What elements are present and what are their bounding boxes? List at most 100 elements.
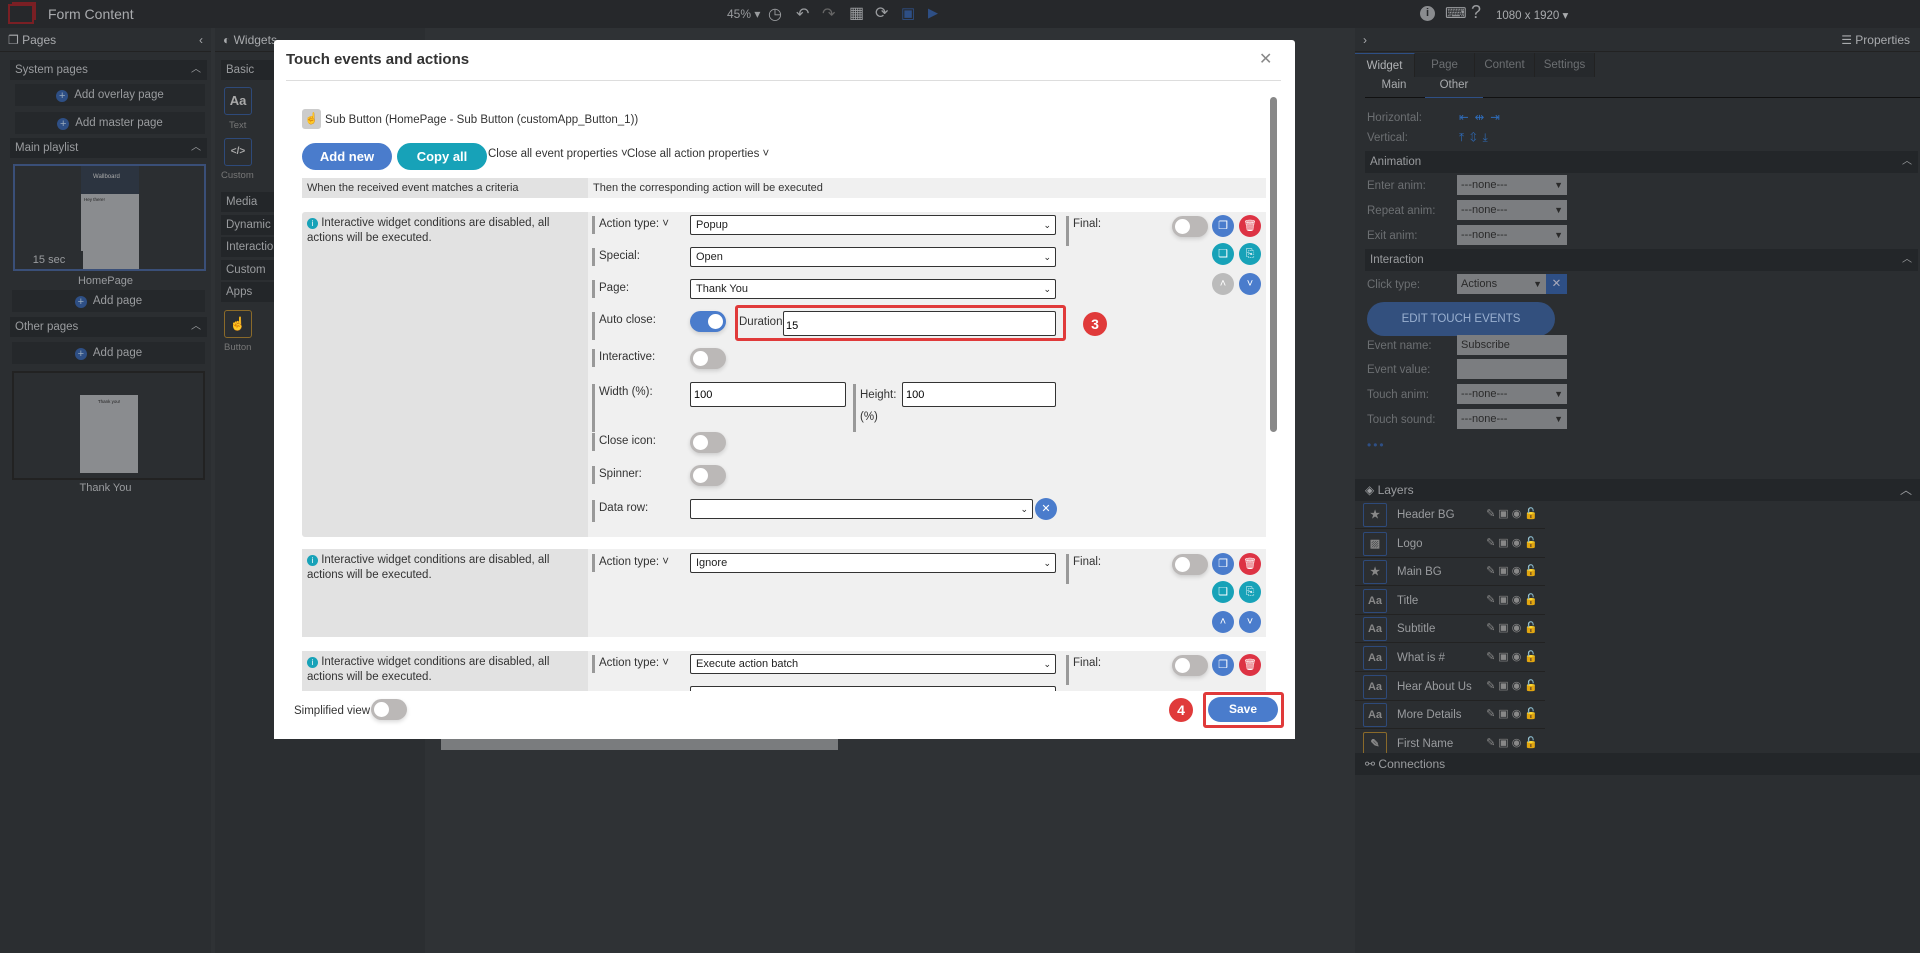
grid-icon[interactable]: ▦ — [849, 3, 864, 23]
layers-header[interactable]: ◈ Layers ︿ — [1355, 479, 1920, 501]
unlock-icon[interactable]: 🔓 — [1524, 680, 1541, 692]
info-icon[interactable]: i — [1420, 6, 1435, 21]
select-icon[interactable]: ▣ — [1498, 594, 1511, 606]
other-pages-section[interactable]: Other pages ︿ — [10, 317, 207, 337]
close-icon[interactable]: ✕ — [1259, 49, 1272, 69]
eye-icon[interactable]: ◉ — [1512, 622, 1525, 634]
unlock-icon[interactable]: 🔓 — [1524, 708, 1541, 720]
edit-icon[interactable]: ✎ — [1486, 708, 1498, 720]
edit-icon[interactable]: ✎ — [1486, 737, 1498, 749]
help-icon[interactable]: ? — [1471, 2, 1481, 23]
tab-page[interactable]: Page — [1415, 53, 1475, 77]
eye-icon[interactable]: ◉ — [1512, 594, 1525, 606]
interactive-toggle[interactable] — [690, 348, 726, 369]
align-horizontal-icons[interactable]: ⇤⇹⇥ — [1459, 107, 1506, 129]
layer-item[interactable]: Aa What is # ✎▣◉🔓 — [1355, 644, 1545, 672]
thank-you-thumbnail[interactable]: Thank you! — [12, 371, 205, 480]
add-other-page-button[interactable]: + Add page — [12, 342, 205, 364]
click-type-select[interactable]: Actions ▼ — [1457, 274, 1546, 294]
edit-icon[interactable]: ✎ — [1486, 594, 1498, 606]
special-select[interactable]: Open ⌄ — [690, 247, 1056, 267]
page-select[interactable]: Thank You ⌄ — [690, 279, 1056, 299]
save-icon[interactable]: ▣ — [901, 4, 915, 22]
event-value-select[interactable] — [1457, 359, 1567, 379]
eye-icon[interactable]: ◉ — [1512, 537, 1525, 549]
save-button[interactable]: Save — [1208, 697, 1278, 722]
edit-icon[interactable]: ✎ — [1486, 680, 1498, 692]
event-name-select[interactable]: Subscribe — [1457, 335, 1567, 355]
select-icon[interactable]: ▣ — [1498, 565, 1511, 577]
eye-icon[interactable]: ◉ — [1512, 708, 1525, 720]
layer-item[interactable]: Aa Subtitle ✎▣◉🔓 — [1355, 615, 1545, 644]
edit-icon[interactable]: ✎ — [1486, 537, 1498, 549]
play-icon[interactable]: ▶ — [928, 5, 938, 21]
layer-item[interactable]: ★ Main BG ✎▣◉🔓 — [1355, 558, 1545, 587]
eye-icon[interactable]: ◉ — [1512, 680, 1525, 692]
copy-icon[interactable]: ❏ — [1212, 243, 1234, 265]
select-icon[interactable]: ▣ — [1498, 708, 1511, 720]
edit-touch-events-button[interactable]: EDIT TOUCH EVENTS — [1367, 302, 1555, 336]
layer-item[interactable]: Aa Hear About Us ✎▣◉🔓 — [1355, 672, 1545, 701]
interaction-prop-section[interactable]: Interaction ︿ — [1365, 249, 1918, 271]
layer-item[interactable]: ▨ Logo ✎▣◉🔓 — [1355, 529, 1545, 558]
button-widget-icon[interactable]: ☝ — [224, 310, 252, 338]
eye-icon[interactable]: ◉ — [1512, 651, 1525, 663]
touch-sound-select[interactable]: ---none--- ▼ — [1457, 409, 1567, 429]
spinner-toggle[interactable] — [690, 465, 726, 486]
layer-item[interactable]: Aa Title ✎▣◉🔓 — [1355, 586, 1545, 615]
action-type-label[interactable]: Action type: ˅ — [592, 655, 669, 673]
refresh-icon[interactable]: ⟳ — [875, 3, 888, 23]
data-row-select[interactable]: ⌄ — [690, 499, 1033, 519]
duplicate-icon[interactable]: ❐ — [1212, 654, 1234, 676]
subtab-main[interactable]: Main — [1365, 79, 1423, 98]
eye-icon[interactable]: ◉ — [1512, 737, 1525, 749]
copy-icon[interactable]: ❏ — [1212, 581, 1234, 603]
final-toggle[interactable] — [1172, 554, 1208, 575]
expand-icon[interactable]: › — [1363, 33, 1367, 47]
main-playlist-section[interactable]: Main playlist ︿ — [10, 138, 207, 158]
delete-icon[interactable]: 🗑 — [1239, 553, 1261, 575]
select-icon[interactable]: ▣ — [1498, 737, 1511, 749]
layer-item[interactable]: ✎ First Name ✎▣◉🔓 — [1355, 729, 1545, 755]
action-type-label[interactable]: Action type: ˅ — [592, 554, 669, 572]
delete-icon[interactable]: 🗑 — [1239, 215, 1261, 237]
action-type-select[interactable]: Popup ⌄ — [690, 215, 1056, 235]
tab-settings[interactable]: Settings — [1535, 53, 1595, 77]
action-type-select[interactable]: Execute action batch ⌄ — [690, 654, 1056, 674]
unlock-icon[interactable]: 🔓 — [1524, 622, 1541, 634]
eye-icon[interactable]: ◉ — [1512, 508, 1525, 520]
unlock-icon[interactable]: 🔓 — [1524, 537, 1541, 549]
auto-close-toggle[interactable] — [690, 311, 726, 332]
tab-content[interactable]: Content — [1475, 53, 1535, 77]
homepage-thumbnail[interactable]: Wallboard Hey there! 15 sec — [13, 164, 206, 271]
copy-all-button[interactable]: Copy all — [397, 143, 487, 170]
resolution-select[interactable]: 1080 x 1920 ▾ — [1496, 8, 1568, 22]
duplicate-icon[interactable]: ❐ — [1212, 553, 1234, 575]
eye-icon[interactable]: ◉ — [1512, 565, 1525, 577]
unlock-icon[interactable]: 🔓 — [1524, 594, 1541, 606]
animation-section[interactable]: Animation ︿ — [1365, 151, 1918, 173]
add-page-button[interactable]: + Add page — [12, 290, 205, 312]
repeat-anim-select[interactable]: ---none--- ▼ — [1457, 200, 1567, 220]
layer-item[interactable]: ★ Header BG ✎▣◉🔓 — [1355, 501, 1545, 529]
select-icon[interactable]: ▣ — [1498, 680, 1511, 692]
scrollbar[interactable] — [1270, 97, 1277, 432]
move-down-icon[interactable]: ˅ — [1239, 273, 1261, 295]
collapse-pages-icon[interactable]: ‹ — [199, 28, 203, 52]
move-up-icon[interactable]: ˄ — [1212, 611, 1234, 633]
add-overlay-page-button[interactable]: + Add overlay page — [15, 84, 205, 106]
add-master-page-button[interactable]: + Add master page — [15, 112, 205, 134]
enter-anim-select[interactable]: ---none--- ▼ — [1457, 175, 1567, 195]
duplicate-icon[interactable]: ❐ — [1212, 215, 1234, 237]
paste-icon[interactable]: ⎘ — [1239, 581, 1261, 603]
edit-icon[interactable]: ✎ — [1486, 508, 1498, 520]
final-toggle[interactable] — [1172, 216, 1208, 237]
unlock-icon[interactable]: 🔓 — [1524, 508, 1541, 520]
close-icon-toggle[interactable] — [690, 432, 726, 453]
edit-icon[interactable]: ✎ — [1486, 565, 1498, 577]
unlock-icon[interactable]: 🔓 — [1524, 565, 1541, 577]
keyboard-icon[interactable]: ⌨ — [1445, 4, 1467, 22]
select-icon[interactable]: ▣ — [1498, 651, 1511, 663]
system-pages-section[interactable]: System pages ︿ — [10, 60, 207, 80]
zoom-select[interactable]: 45% ▾ — [727, 7, 760, 21]
